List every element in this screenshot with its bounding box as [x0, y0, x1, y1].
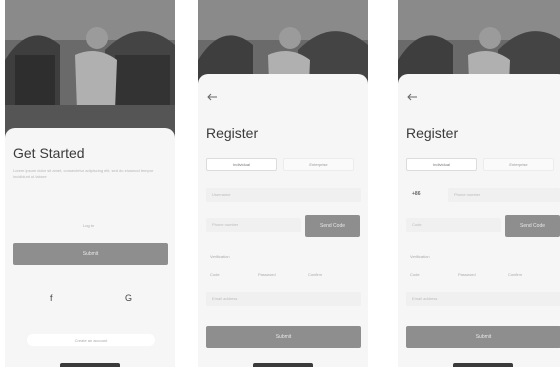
verification-label: Verification	[410, 254, 430, 259]
home-indicator	[453, 363, 513, 367]
submit-button[interactable]: Submit	[13, 243, 168, 265]
password-hint: Password	[258, 272, 276, 277]
tab-individual[interactable]: Individual	[206, 158, 277, 171]
register-screen-filled: Register Individual Enterprise +86 Phone…	[398, 0, 560, 367]
hero-photo	[5, 0, 175, 140]
email-input[interactable]: Email address	[206, 292, 361, 306]
tab-enterprise[interactable]: Enterprise	[283, 158, 354, 171]
country-code[interactable]: +86	[412, 191, 420, 197]
tab-individual[interactable]: Individual	[406, 158, 477, 171]
content-sheet: Get Started Lorem ipsum dolor sit amet, …	[5, 128, 175, 367]
get-started-screen: Get Started Lorem ipsum dolor sit amet, …	[5, 0, 175, 367]
phone-input[interactable]: Phone number	[206, 218, 301, 232]
account-type-tabs: Individual Enterprise	[406, 158, 554, 171]
confirm-hint: Confirm	[508, 272, 523, 277]
page-title: Register	[406, 125, 459, 141]
google-icon[interactable]: G	[125, 293, 132, 303]
confirm-hint: Confirm	[308, 272, 323, 277]
back-arrow-icon[interactable]	[206, 93, 218, 101]
description-text: Lorem ipsum dolor sit amet, consectetur …	[13, 168, 154, 179]
page-title: Get Started	[13, 145, 85, 161]
password-hint: Password	[458, 272, 476, 277]
facebook-icon[interactable]: f	[50, 293, 53, 303]
submit-button[interactable]: Submit	[206, 326, 361, 348]
phone-input[interactable]: Phone number	[448, 188, 560, 202]
home-indicator	[253, 363, 313, 367]
email-input[interactable]: Email address	[406, 292, 560, 306]
back-arrow-icon[interactable]	[406, 93, 418, 101]
tab-enterprise[interactable]: Enterprise	[483, 158, 554, 171]
code-input[interactable]: Code	[406, 218, 501, 232]
login-hint[interactable]: Log in	[83, 223, 94, 228]
account-type-tabs: Individual Enterprise	[206, 158, 354, 171]
send-code-button[interactable]: Send Code	[305, 215, 360, 237]
send-code-button[interactable]: Send Code	[505, 215, 560, 237]
register-link[interactable]: Create an account	[27, 334, 155, 346]
code-hint: Code	[210, 272, 220, 277]
submit-button[interactable]: Submit	[406, 326, 560, 348]
code-hint: Code	[410, 272, 420, 277]
home-indicator	[60, 363, 120, 367]
page-title: Register	[206, 125, 259, 141]
verification-label: Verification	[210, 254, 230, 259]
register-screen-empty: Register Individual Enterprise Username …	[198, 0, 368, 367]
username-input[interactable]: Username	[206, 188, 361, 202]
